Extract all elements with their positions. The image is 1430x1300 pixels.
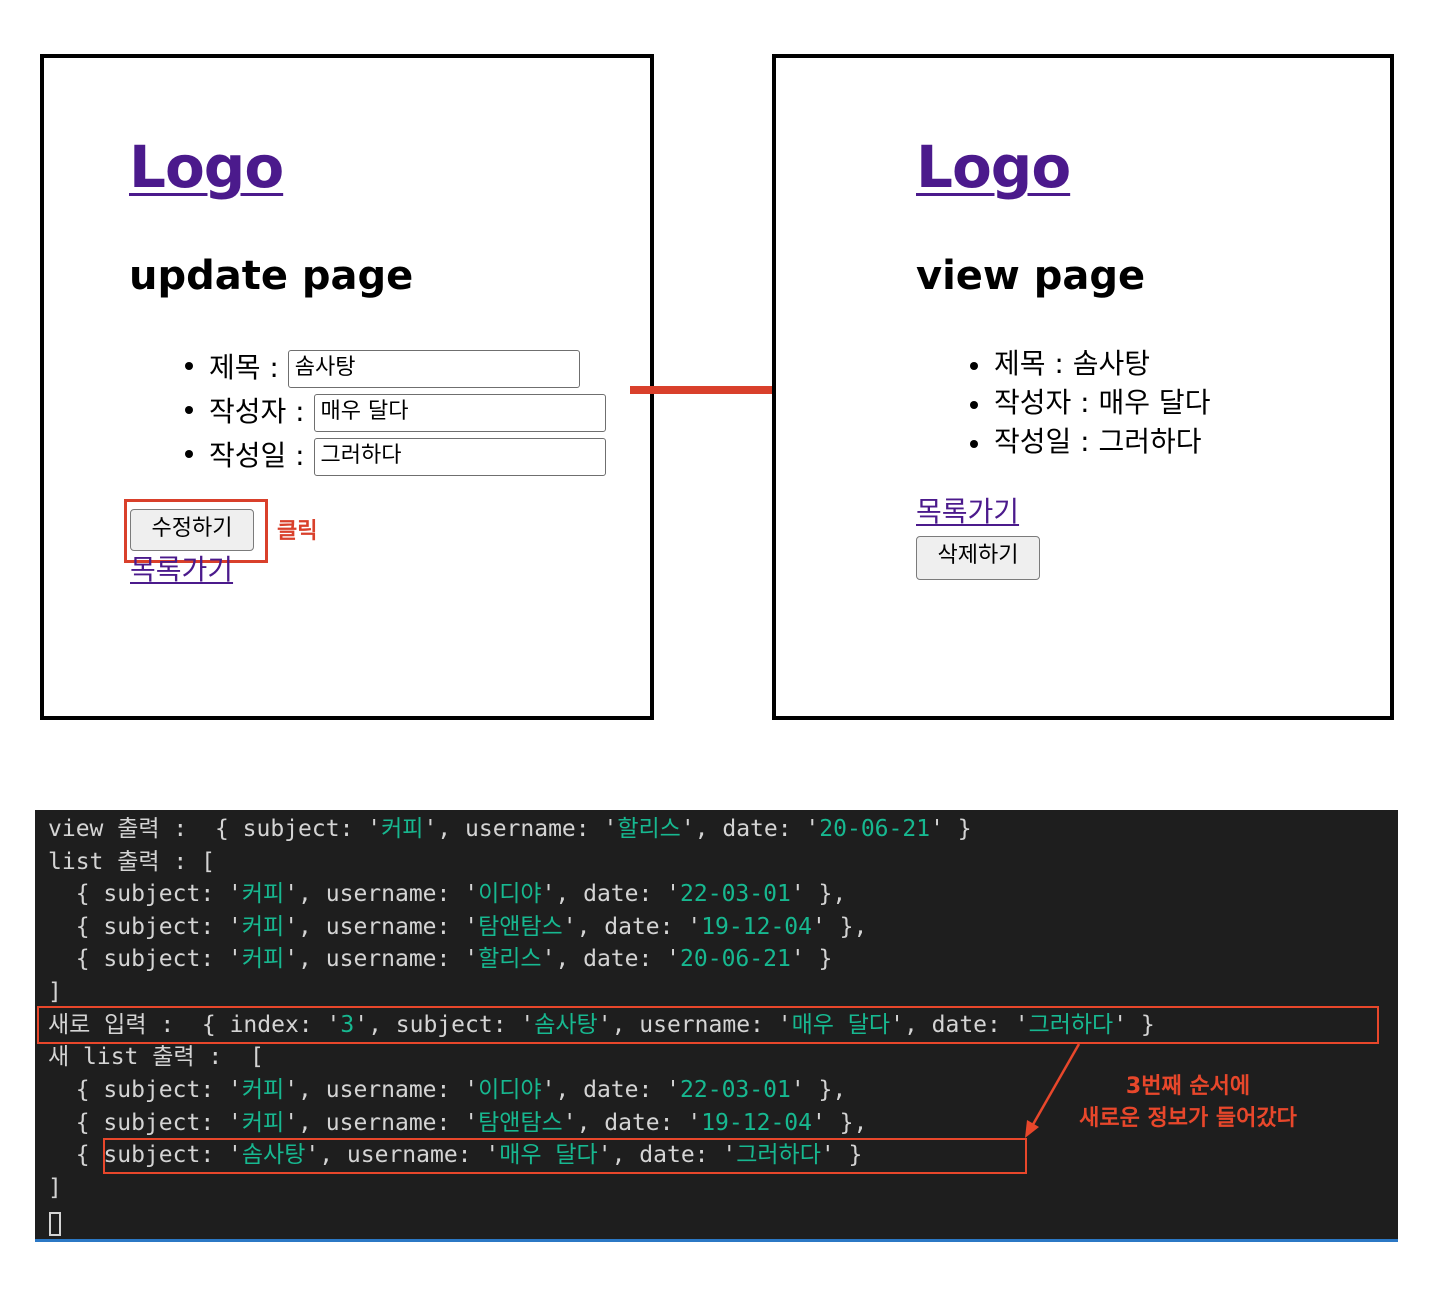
terminal-line: { subject: '커피', username: '이디야', date: … <box>48 1077 847 1103</box>
list-link[interactable]: 목록가기 <box>916 498 1019 526</box>
view-username: 작성자 : 매우 달다 <box>994 386 1211 419</box>
update-page-panel: Logo update page 제목 : 솜사탕 작성자 : 매우 달다 작성… <box>40 54 654 720</box>
terminal-line: { subject: '커피', username: '탐앤탐스', date:… <box>48 1110 868 1136</box>
list-item: 제목 : 솜사탕 <box>185 350 606 394</box>
username-input[interactable]: 매우 달다 <box>313 394 606 432</box>
list-item: 작성일 : 그러하다 <box>185 438 606 482</box>
new-item-highlight-box <box>103 1138 1027 1174</box>
list-item: 작성자 : 매우 달다 <box>185 394 606 438</box>
view-page-panel: Logo view page 제목 : 솜사탕 작성자 : 매우 달다 작성일 … <box>772 54 1394 720</box>
subject-input[interactable]: 솜사탕 <box>287 350 580 388</box>
terminal-line: { subject: '커피', username: '탐앤탐스', date:… <box>48 914 868 940</box>
update-field-list: 제목 : 솜사탕 작성자 : 매우 달다 작성일 : 그러하다 <box>185 350 606 482</box>
annotation-note: 3번째 순서에 새로운 정보가 들어갔다 <box>1079 1074 1297 1131</box>
page-title: view page <box>916 253 1146 299</box>
terminal-line: list 출력 : [ <box>48 849 215 875</box>
bullet-icon <box>970 362 978 370</box>
field-label: 작성일 : <box>209 439 305 472</box>
click-annotation: 클릭 <box>277 519 318 544</box>
logo-link[interactable]: Logo <box>916 138 1071 196</box>
terminal-line: ] <box>48 979 62 1005</box>
bullet-icon <box>185 450 193 458</box>
terminal-line: view 출력 : { subject: '커피', username: '할리… <box>48 816 972 842</box>
terminal-line: ] <box>48 1175 62 1201</box>
page-title: update page <box>129 253 414 299</box>
view-subject: 제목 : 솜사탕 <box>994 347 1151 380</box>
list-item: 작성일 : 그러하다 <box>970 425 1210 467</box>
bullet-icon <box>185 362 193 370</box>
delete-button[interactable]: 삭제하기 <box>916 536 1040 580</box>
view-item-list: 제목 : 솜사탕 작성자 : 매우 달다 작성일 : 그러하다 <box>970 347 1211 467</box>
field-label: 제목 : <box>209 351 279 384</box>
bullet-icon <box>185 406 193 414</box>
list-item: 제목 : 솜사탕 <box>970 347 1210 389</box>
list-link[interactable]: 목록가기 <box>130 556 233 584</box>
list-item: 작성자 : 매우 달다 <box>970 386 1211 428</box>
bullet-icon <box>970 401 978 409</box>
bullet-icon <box>970 440 978 448</box>
terminal-line: { subject: '커피', username: '할리스', date: … <box>48 946 833 972</box>
terminal-line: 새 list 출력 : [ <box>48 1044 264 1070</box>
terminal-line: { subject: '커피', username: '이디야', date: … <box>48 881 847 907</box>
terminal-cursor <box>49 1212 61 1236</box>
date-input[interactable]: 그러하다 <box>313 438 606 476</box>
logo-link[interactable]: Logo <box>129 138 284 196</box>
view-date: 작성일 : 그러하다 <box>994 425 1202 458</box>
new-input-highlight-box <box>37 1006 1379 1044</box>
terminal-output: view 출력 : { subject: '커피', username: '할리… <box>35 810 1398 1242</box>
field-label: 작성자 : <box>209 395 305 428</box>
